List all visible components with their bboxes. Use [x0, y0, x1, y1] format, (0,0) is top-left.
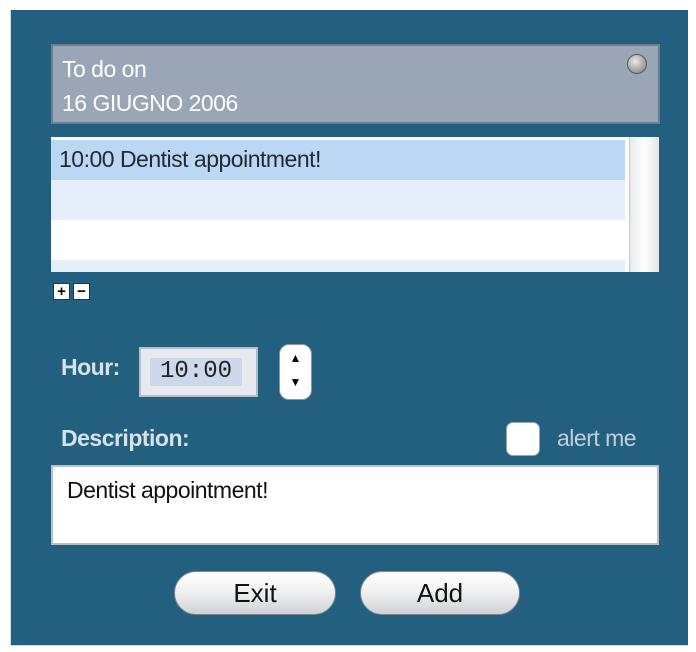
add-item-icon[interactable]: + [53, 283, 70, 300]
list-scrollbar[interactable] [629, 137, 659, 272]
add-button[interactable]: Add [360, 571, 520, 615]
header: To do on 16 GIUGNO 2006 [51, 44, 660, 124]
todo-list: 10:00 Dentist appointment! [51, 137, 659, 272]
todo-window: To do on 16 GIUGNO 2006 10:00 Dentist ap… [10, 10, 688, 646]
exit-button[interactable]: Exit [174, 571, 336, 615]
list-item-empty[interactable] [51, 180, 625, 220]
description-label: Description: [61, 425, 190, 451]
header-date: 16 GIUGNO 2006 [62, 90, 238, 116]
hour-value[interactable]: 10:00 [150, 358, 242, 386]
list-item-empty[interactable] [51, 260, 625, 272]
hour-label: Hour: [61, 354, 120, 380]
list-item-empty[interactable] [51, 220, 625, 260]
alert-checkbox[interactable] [506, 422, 540, 456]
stepper-up-icon[interactable]: ▲ [280, 351, 311, 378]
stepper-down-icon[interactable]: ▼ [280, 375, 311, 402]
header-title: To do on [62, 56, 147, 82]
description-field[interactable]: Dentist appointment! [51, 465, 659, 545]
remove-item-icon[interactable]: − [73, 283, 90, 300]
alert-label[interactable]: alert me [557, 425, 637, 452]
hour-field[interactable]: 10:00 [139, 347, 258, 397]
close-icon[interactable] [627, 54, 647, 74]
list-item[interactable]: 10:00 Dentist appointment! [51, 140, 625, 180]
description-text: Dentist appointment! [67, 477, 268, 503]
hour-stepper[interactable]: ▲ ▼ [279, 344, 312, 400]
list-item-text: 10:00 Dentist appointment! [59, 146, 321, 172]
